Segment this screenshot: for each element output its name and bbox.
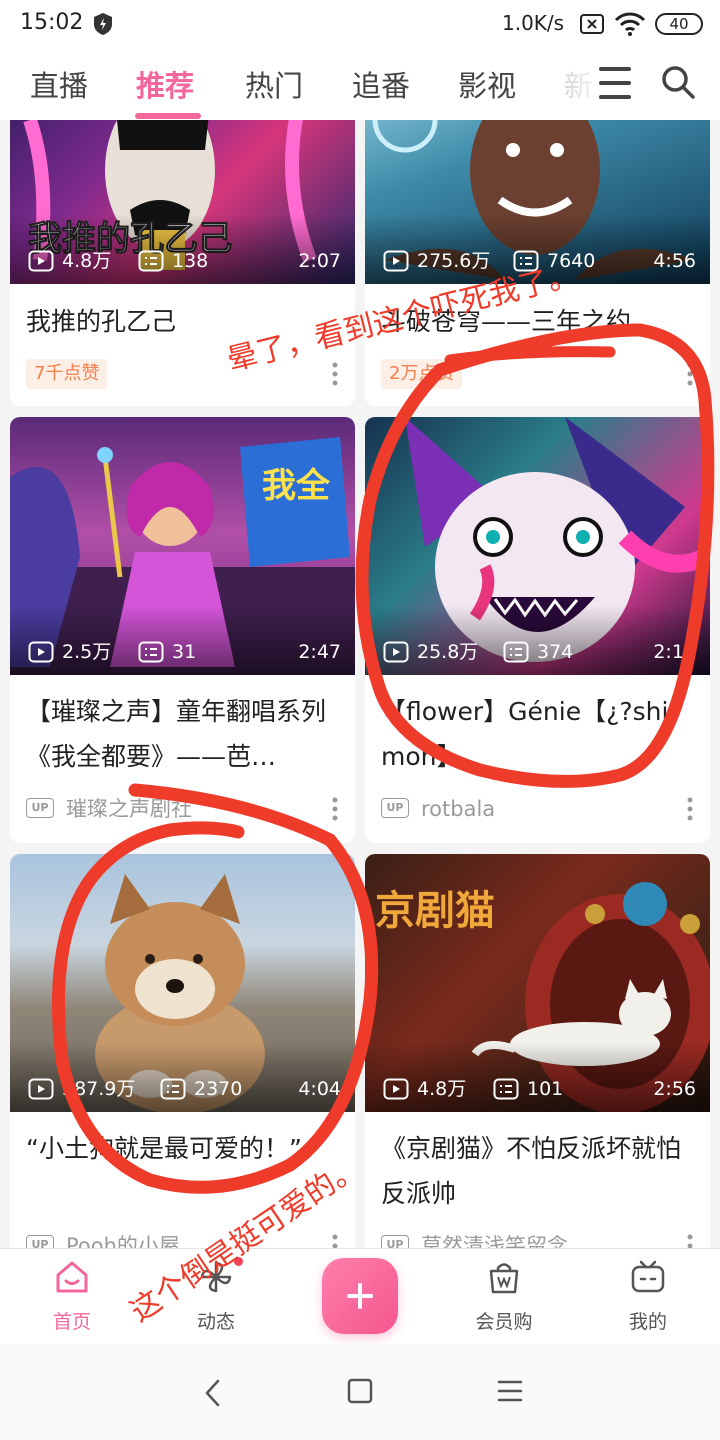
like-badge: 7千点赞	[26, 359, 108, 389]
more-options-icon[interactable]	[686, 797, 694, 821]
up-tag: UP	[26, 798, 54, 818]
search-icon[interactable]	[660, 64, 696, 100]
video-duration: 2:56	[653, 1078, 696, 1100]
status-bar: 15:02 1.0K/s 40	[0, 0, 720, 48]
video-card[interactable]: 我推的孔乙己 4.8万 138 2:07 我推的孔乙己 7千点赞	[10, 120, 355, 406]
video-duration: 4:56	[653, 250, 696, 272]
video-duration: 2:47	[298, 641, 341, 663]
system-nav-bar	[0, 1344, 720, 1440]
view-count-text: 2.5万	[62, 641, 112, 663]
channel-menu-icon[interactable]	[597, 63, 633, 103]
shield-icon	[94, 13, 112, 35]
bottom-nav-home-label: 首页	[52, 1311, 91, 1333]
danmaku-count-text: 31	[172, 641, 197, 663]
home-button-icon[interactable]	[347, 1378, 373, 1404]
play-count-icon	[383, 1078, 409, 1100]
video-title[interactable]: 【璀璨之声】童年翻唱系列《我全都要》——芭…	[26, 689, 336, 779]
view-count-text: 587.9万	[62, 1078, 136, 1100]
uploader-name[interactable]: Pooh的小屋	[66, 1231, 180, 1248]
shopping-bag-icon	[489, 1263, 519, 1294]
video-feed: 我推的孔乙己 4.8万 138 2:07 我推的孔乙己 7千点赞	[0, 120, 720, 1248]
more-options-icon[interactable]	[331, 1234, 339, 1248]
tab-fade	[540, 48, 650, 118]
play-count-icon	[383, 641, 409, 663]
network-speed: 1.0K/s	[502, 11, 565, 35]
plus-icon	[347, 1283, 373, 1309]
more-options-icon[interactable]	[686, 362, 694, 386]
up-tag: UP	[381, 798, 409, 818]
danmaku-count-text: 101	[527, 1078, 564, 1100]
view-count-text: 4.8万	[417, 1078, 467, 1100]
danmaku-icon	[493, 1078, 519, 1100]
tab-recommended[interactable]: 推荐	[136, 63, 194, 105]
play-count-icon	[383, 250, 409, 272]
video-duration: 2:07	[298, 250, 341, 272]
tab-live[interactable]: 直播	[30, 63, 88, 105]
uploader-name[interactable]: rotbala	[421, 794, 495, 824]
up-tag: UP	[381, 1235, 409, 1248]
video-duration: 4:04	[298, 1078, 341, 1100]
video-title[interactable]: 【flower】Génie【¿?shimon】	[381, 689, 691, 779]
more-options-icon[interactable]	[331, 362, 339, 386]
tab-anime[interactable]: 追番	[352, 63, 410, 105]
uploader-name[interactable]: 璀璨之声剧社	[66, 794, 192, 824]
bottom-nav-vip-shop[interactable]: 会员购	[454, 1249, 554, 1345]
bottom-nav-vip-shop-label: 会员购	[475, 1311, 533, 1333]
danmaku-count-text: 2370	[194, 1078, 243, 1100]
active-tab-indicator	[135, 113, 201, 119]
battery-indicator: 40	[655, 13, 703, 35]
bottom-nav-mine[interactable]: 我的	[598, 1249, 698, 1345]
back-icon[interactable]	[202, 1378, 224, 1408]
like-badge: 2万点赞	[381, 359, 463, 389]
video-card[interactable]: 25.8万 374 2:19 【flower】Génie【¿?shimon】 U…	[365, 417, 710, 843]
video-duration: 2:19	[653, 641, 696, 663]
danmaku-icon	[160, 1078, 186, 1100]
danmaku-count-text: 138	[172, 250, 209, 272]
publish-button[interactable]	[322, 1258, 398, 1334]
danmaku-icon	[503, 641, 529, 663]
wifi-icon	[614, 12, 646, 36]
home-icon	[56, 1261, 88, 1293]
danmaku-icon	[138, 250, 164, 272]
play-count-icon	[28, 1078, 54, 1100]
video-thumbnail[interactable]: 25.8万 374 2:19	[365, 417, 710, 675]
play-count-icon	[28, 641, 54, 663]
svg-text:我全: 我全	[262, 466, 331, 506]
danmaku-icon	[138, 641, 164, 663]
danmaku-count-text: 374	[537, 641, 574, 663]
no-sim-icon	[580, 14, 604, 34]
video-thumbnail[interactable]: 587.9万 2370 4:04	[10, 854, 355, 1112]
tv-icon	[631, 1260, 665, 1293]
video-thumbnail[interactable]: 我全 2.5万 31 2:47	[10, 417, 355, 675]
more-options-icon[interactable]	[686, 1234, 694, 1248]
tab-hot[interactable]: 热门	[245, 63, 303, 105]
up-tag: UP	[26, 1235, 54, 1248]
more-options-icon[interactable]	[331, 797, 339, 821]
tab-movies[interactable]: 影视	[458, 63, 516, 105]
view-count-text: 4.8万	[62, 250, 112, 272]
uploader-name[interactable]: 莫然清浅笑留念	[421, 1231, 568, 1248]
status-time: 15:02	[20, 10, 84, 35]
bottom-nav-home[interactable]: 首页	[22, 1249, 122, 1345]
svg-text:京剧猫: 京剧猫	[375, 888, 495, 934]
view-count-text: 25.8万	[417, 641, 479, 663]
video-card[interactable]: 京剧猫 4.8万 101 2:56 《京剧猫》不怕反派坏就怕反派帅 UP 莫然清…	[365, 854, 710, 1248]
bottom-nav-dynamic-label: 动态	[196, 1311, 235, 1333]
view-count-text: 275.6万	[417, 250, 491, 272]
video-thumbnail[interactable]: 京剧猫 4.8万 101 2:56	[365, 854, 710, 1112]
bottom-nav-mine-label: 我的	[628, 1311, 667, 1333]
video-thumbnail[interactable]: 我推的孔乙己 4.8万 138 2:07	[10, 120, 355, 284]
recents-icon[interactable]	[497, 1378, 523, 1404]
video-card[interactable]: 我全 2.5万 31 2:47 【璀璨之声】童年翻唱系列《我全都要》——芭… U…	[10, 417, 355, 843]
video-title[interactable]: 《京剧猫》不怕反派坏就怕反派帅	[381, 1126, 691, 1216]
play-count-icon	[28, 250, 54, 272]
